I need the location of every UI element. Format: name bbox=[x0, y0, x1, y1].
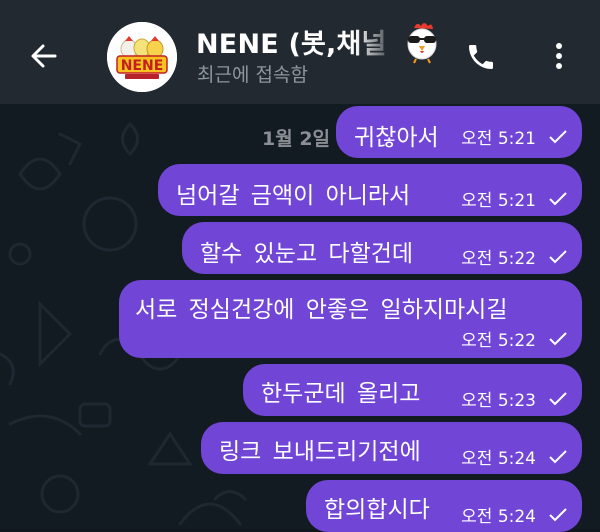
message-text: 링크 보내드리기전에 bbox=[219, 439, 421, 465]
message-time: 오전 5:24 bbox=[461, 449, 536, 469]
nene-logo-image: NENE bbox=[107, 22, 177, 92]
message-time: 오전 5:22 bbox=[461, 331, 536, 351]
message-text: 서로 정심건강에 안좋은 일하지마시길 bbox=[135, 297, 508, 323]
check-icon bbox=[549, 191, 567, 205]
message-bubble[interactable]: 넘어갈 금액이 아니라서 오전 5:21 bbox=[158, 164, 582, 216]
message-bubble[interactable]: 링크 보내드리기전에 오전 5:24 bbox=[201, 422, 582, 474]
message-bubble[interactable]: 귀찮아서 오전 5:21 bbox=[336, 106, 582, 158]
check-icon bbox=[549, 249, 567, 263]
last-seen-status: 최근에 접속함 bbox=[197, 64, 308, 86]
check-icon bbox=[549, 507, 567, 521]
message-text: 할수 있눈고 다할건데 bbox=[200, 241, 414, 267]
message-text: 합의합시다 bbox=[324, 497, 430, 523]
more-options-button[interactable] bbox=[544, 34, 574, 78]
arrow-left-icon bbox=[31, 44, 57, 68]
chicken-sunglasses-emoji-icon bbox=[400, 20, 444, 64]
check-icon bbox=[549, 391, 567, 405]
message-bubble[interactable]: 합의합시다 오전 5:24 bbox=[306, 480, 582, 532]
message-bubble[interactable]: 서로 정심건강에 안좋은 일하지마시길 오전 5:22 bbox=[119, 280, 582, 358]
title-fade bbox=[355, 22, 403, 60]
message-time: 오전 5:21 bbox=[461, 191, 536, 211]
date-separator: 1월 2일 bbox=[262, 128, 331, 150]
check-icon bbox=[549, 449, 567, 463]
chat-header: NENE NENE (봇,채널 최근에 접속함 bbox=[0, 0, 600, 104]
check-icon bbox=[549, 129, 567, 143]
message-text: 한두군데 올리고 bbox=[261, 381, 421, 407]
message-text: 넘어갈 금액이 아니라서 bbox=[176, 183, 411, 209]
message-time: 오전 5:21 bbox=[461, 129, 536, 149]
message-time: 오전 5:23 bbox=[461, 391, 536, 411]
message-time: 오전 5:22 bbox=[461, 249, 536, 269]
back-button[interactable] bbox=[22, 36, 66, 76]
message-bubble[interactable]: 할수 있눈고 다할건데 오전 5:22 bbox=[182, 222, 582, 274]
message-text: 귀찮아서 bbox=[354, 125, 439, 151]
message-bubble[interactable]: 한두군데 올리고 오전 5:23 bbox=[243, 364, 582, 416]
call-button[interactable] bbox=[460, 36, 502, 78]
avatar[interactable]: NENE bbox=[107, 22, 177, 92]
check-icon bbox=[549, 331, 567, 345]
avatar-logo-text: NENE bbox=[121, 58, 164, 74]
phone-icon bbox=[469, 45, 493, 69]
more-vertical-icon bbox=[556, 43, 562, 69]
message-time: 오전 5:24 bbox=[461, 507, 536, 527]
